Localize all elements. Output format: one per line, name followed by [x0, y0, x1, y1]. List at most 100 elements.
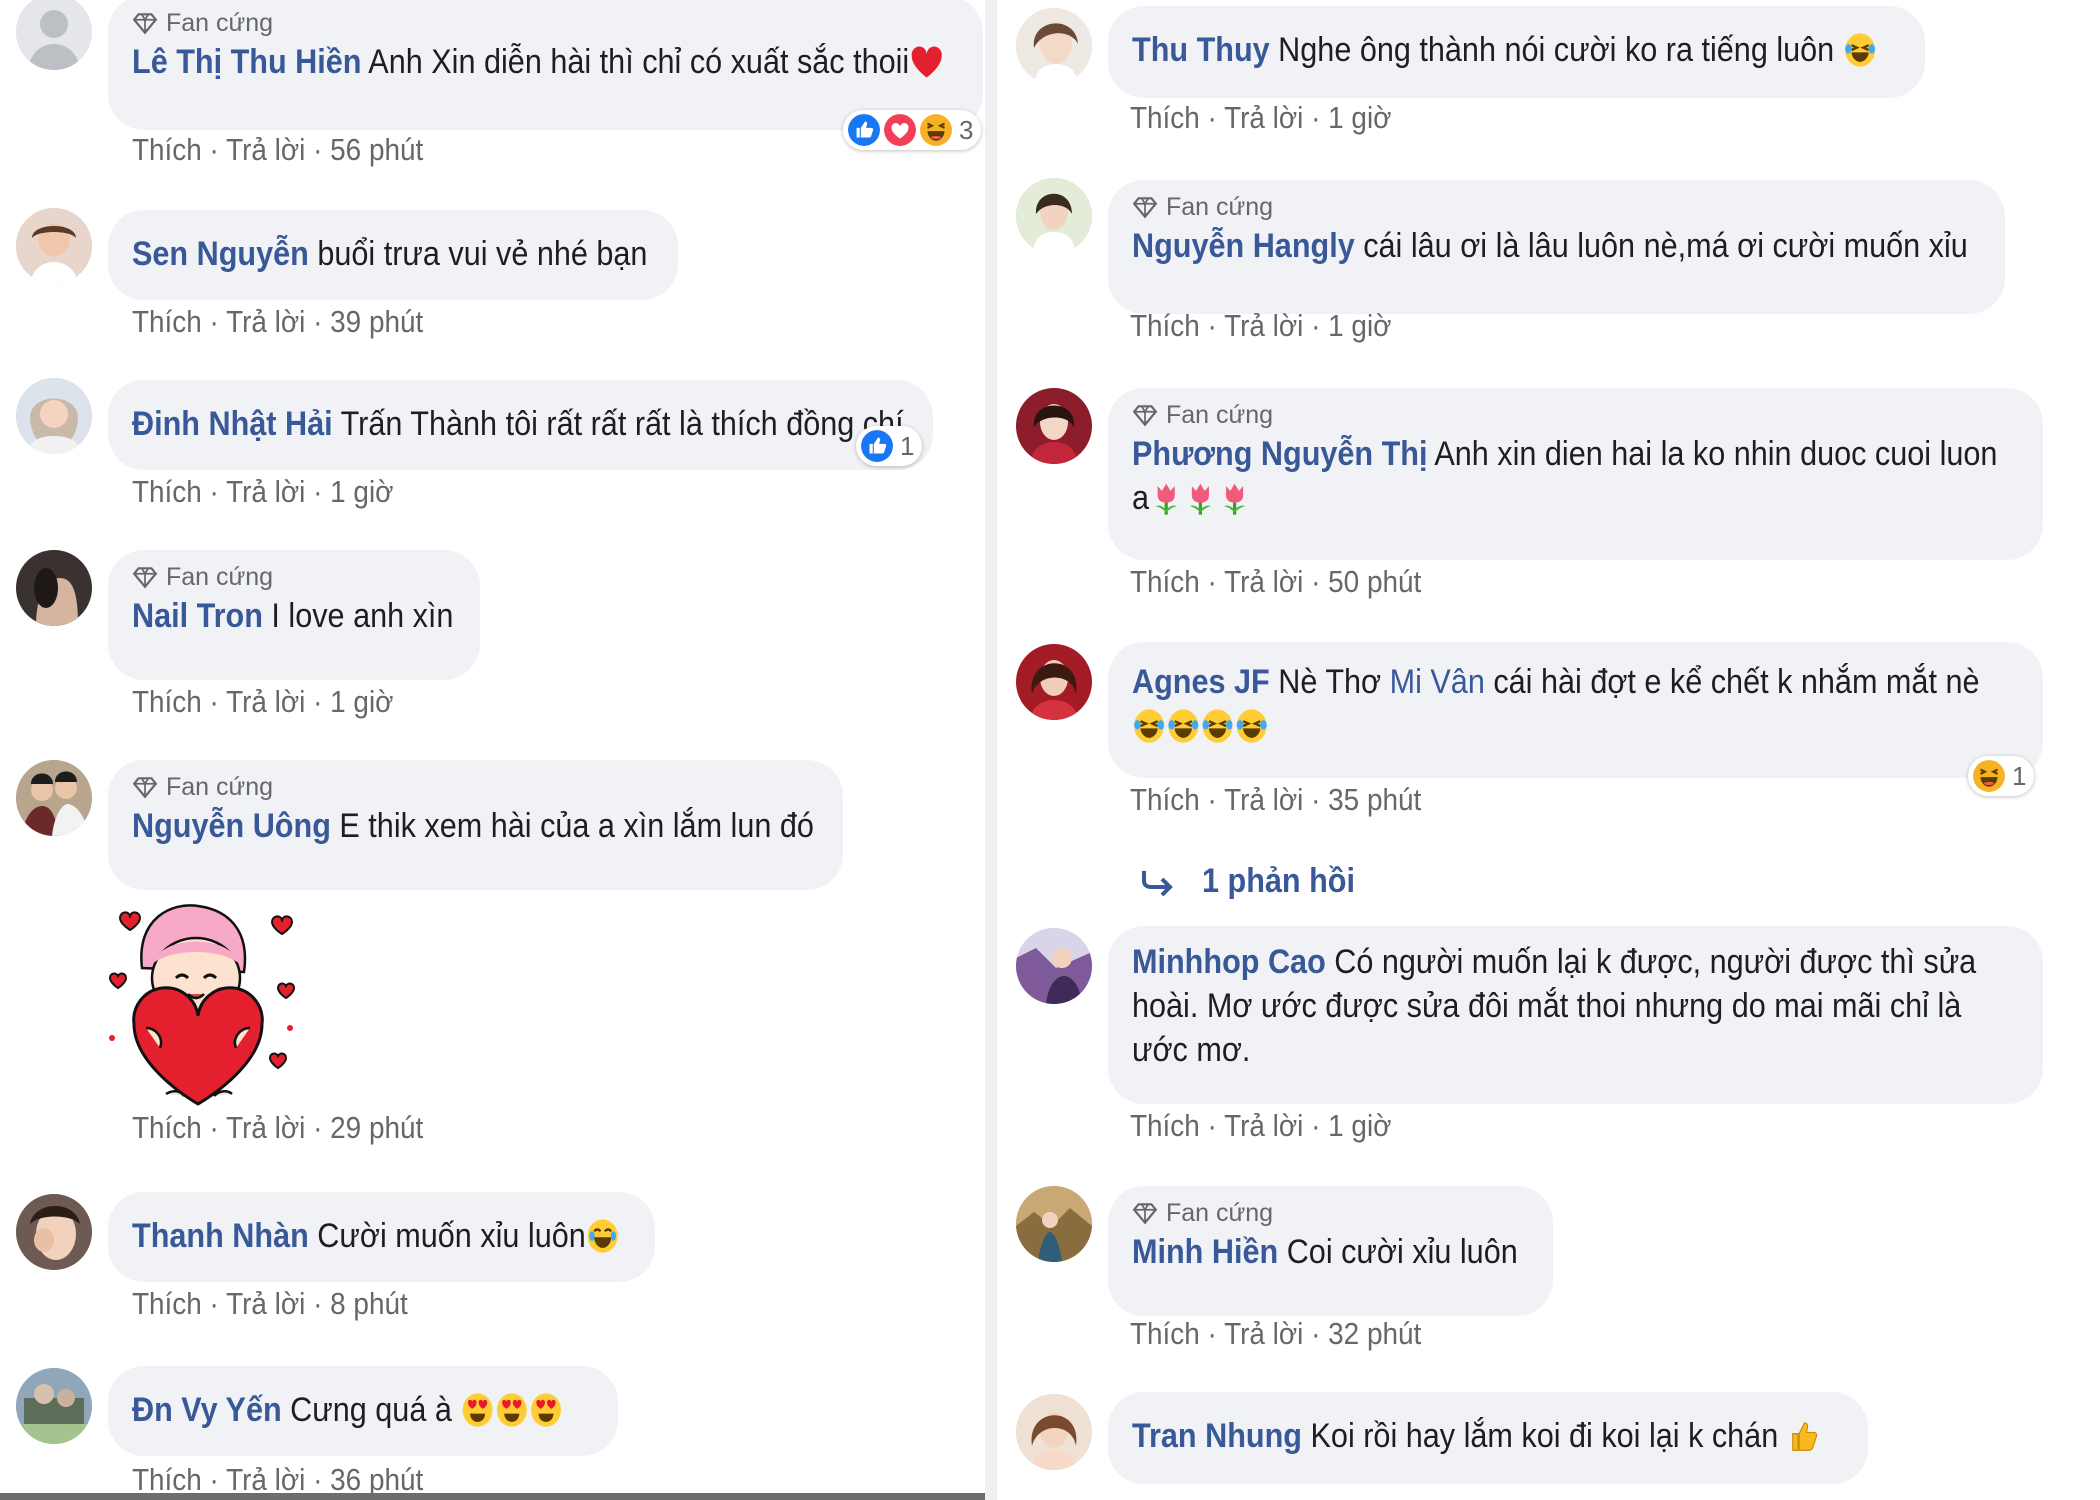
avatar[interactable] — [1016, 928, 1092, 1004]
diamond-icon — [132, 564, 158, 590]
comment-author[interactable]: Minh Hiền — [1132, 1233, 1278, 1271]
diamond-icon — [132, 10, 158, 36]
avatar[interactable] — [16, 0, 92, 70]
diamond-icon — [1132, 402, 1158, 428]
replies-count[interactable]: 1 phản hồi — [1202, 862, 1355, 901]
comment-text: Sen Nguyễn buổi trưa vui vẻ nhé bạn — [132, 235, 648, 273]
like-link[interactable]: Thích — [1130, 100, 1200, 135]
comment-author[interactable]: Nail Tron — [132, 597, 263, 635]
reply-link[interactable]: Trả lời — [1224, 100, 1303, 135]
comment-author[interactable]: Thu Thuy — [1132, 31, 1270, 69]
like-link[interactable]: Thích — [1130, 1316, 1200, 1351]
comment-time[interactable]: 35 phút — [1328, 782, 1421, 817]
view-replies-link[interactable]: 1 phản hồi — [1140, 862, 1372, 901]
comment-author[interactable]: Nguyễn Hangly — [1132, 227, 1355, 265]
reaction-summary[interactable]: 3 — [843, 110, 982, 150]
like-link[interactable]: Thích — [1130, 564, 1200, 599]
reply-link[interactable]: Trả lời — [226, 684, 305, 719]
comment-actions: Thích · Trả lời · 1 giờ — [1130, 1108, 1392, 1143]
reply-link[interactable]: Trả lời — [1224, 1108, 1303, 1143]
like-link[interactable]: Thích — [132, 1110, 202, 1145]
avatar[interactable] — [16, 208, 92, 284]
reaction-summary[interactable]: 1 — [856, 426, 923, 466]
like-link[interactable]: Thích — [1130, 782, 1200, 817]
like-link[interactable]: Thích — [1130, 1108, 1200, 1143]
comment-author[interactable]: Đinh Nhật Hải — [132, 405, 333, 443]
reaction-count: 1 — [900, 430, 915, 461]
fan-badge: Fan cứng — [1132, 190, 1981, 224]
comment-text: Thanh Nhàn Cười muốn xỉu luôn — [132, 1214, 581, 1258]
reply-link[interactable]: Trả lời — [1224, 782, 1303, 817]
comment-time[interactable]: 1 giờ — [1328, 1108, 1391, 1143]
avatar[interactable] — [16, 378, 92, 454]
reply-link[interactable]: Trả lời — [1224, 1316, 1303, 1351]
like-link[interactable]: Thích — [1130, 308, 1200, 343]
reaction-summary[interactable]: 1 — [1968, 756, 2035, 796]
like-link[interactable]: Thích — [132, 304, 202, 339]
reply-link[interactable]: Trả lời — [226, 1462, 305, 1497]
avatar[interactable] — [1016, 1186, 1092, 1262]
scrollbar-track[interactable] — [0, 1493, 985, 1500]
like-link[interactable]: Thích — [132, 132, 202, 167]
avatar[interactable] — [16, 760, 92, 836]
comment-actions: Thích · Trả lời · 56 phút — [132, 132, 424, 167]
comment-author[interactable]: Nguyễn Uông — [132, 807, 331, 845]
comment-bubble: Thanh Nhàn Cười muốn xỉu luôn — [108, 1192, 655, 1282]
comment-actions: Thích · Trả lời · 50 phút — [1130, 564, 1422, 599]
mention-link[interactable]: Mi Vân — [1390, 663, 1485, 701]
comment-time[interactable]: 1 giờ — [1328, 100, 1391, 135]
reply-link[interactable]: Trả lời — [1224, 308, 1303, 343]
heart-hug-sticker[interactable] — [106, 898, 302, 1108]
avatar[interactable] — [16, 550, 92, 626]
heart-eyes-icon — [529, 1391, 563, 1429]
comment-time[interactable]: 8 phút — [330, 1286, 408, 1321]
reply-link[interactable]: Trả lời — [226, 474, 305, 509]
comment-author[interactable]: Đn Vy Yến — [132, 1391, 282, 1429]
comment-text-line2: hoài. Mơ ước được sửa đôi mắt thoi nhưng… — [1132, 987, 1962, 1025]
avatar[interactable] — [1016, 1394, 1092, 1470]
comment-time[interactable]: 1 giờ — [330, 684, 393, 719]
reply-link[interactable]: Trả lời — [226, 132, 305, 167]
avatar[interactable] — [16, 1368, 92, 1444]
like-link[interactable]: Thích — [132, 684, 202, 719]
reaction-count: 1 — [2012, 760, 2027, 791]
comment-author[interactable]: Lê Thị Thu Hiền — [132, 43, 361, 81]
like-link[interactable]: Thích — [132, 1286, 202, 1321]
like-link[interactable]: Thích — [132, 1462, 202, 1497]
reply-link[interactable]: Trả lời — [1224, 564, 1303, 599]
avatar[interactable] — [1016, 388, 1092, 464]
like-link[interactable]: Thích — [132, 474, 202, 509]
comment-author[interactable]: Tran Nhung — [1132, 1417, 1302, 1455]
comment-time[interactable]: 50 phút — [1328, 564, 1421, 599]
comment-time[interactable]: 56 phút — [330, 132, 423, 167]
comment-author[interactable]: Thanh Nhàn — [132, 1217, 309, 1255]
comment-author[interactable]: Phương Nguyễn Thị — [1132, 435, 1428, 473]
reply-link[interactable]: Trả lời — [226, 1110, 305, 1145]
comment-actions: Thích · Trả lời · 1 giờ — [132, 474, 394, 509]
comment-time[interactable]: 39 phút — [330, 304, 423, 339]
reply-link[interactable]: Trả lời — [226, 304, 305, 339]
avatar[interactable] — [1016, 644, 1092, 720]
comment-time[interactable]: 1 giờ — [1328, 308, 1391, 343]
fan-badge: Fan cứng — [132, 6, 959, 40]
comment-text-line2 — [1132, 704, 1930, 748]
comment-time[interactable]: 29 phút — [330, 1110, 423, 1145]
comment-bubble: Fan cứng Nail Tron I love anh xìn — [108, 550, 480, 680]
diamond-icon — [1132, 1200, 1158, 1226]
comment-time[interactable]: 1 giờ — [330, 474, 393, 509]
comment-author[interactable]: Agnes JF — [1132, 663, 1270, 701]
comment-time[interactable]: 32 phút — [1328, 1316, 1421, 1351]
avatar[interactable] — [16, 1194, 92, 1270]
avatar[interactable] — [1016, 8, 1092, 84]
haha-icon — [1972, 759, 2006, 793]
fan-badge: Fan cứng — [1132, 398, 2019, 432]
comment-author[interactable]: Sen Nguyễn — [132, 235, 309, 273]
comment-bubble: Sen Nguyễn buổi trưa vui vẻ nhé bạn — [108, 210, 678, 300]
comment-time[interactable]: 36 phút — [330, 1462, 423, 1497]
comment-text: Thu Thuy Nghe ông thành nói cười ko ra t… — [1132, 28, 1824, 72]
comment-author[interactable]: Minhhop Cao — [1132, 943, 1326, 981]
reply-link[interactable]: Trả lời — [226, 1286, 305, 1321]
comment-bubble: Tran Nhung Koi rồi hay lắm koi đi koi lạ… — [1108, 1392, 1868, 1484]
avatar[interactable] — [1016, 178, 1092, 254]
comment-actions: Thích · Trả lời · 8 phút — [132, 1286, 408, 1321]
